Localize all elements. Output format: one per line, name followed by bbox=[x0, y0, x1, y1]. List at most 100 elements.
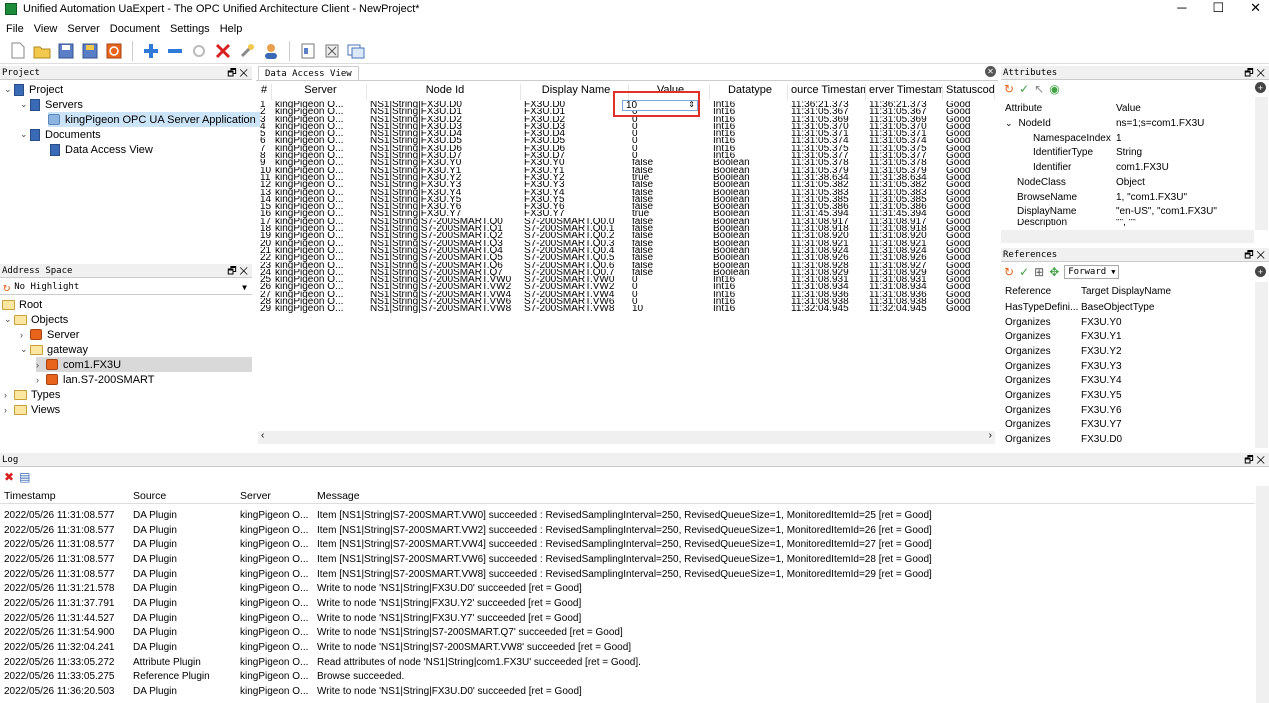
ref-col-target[interactable]: Target DisplayName bbox=[1081, 286, 1171, 297]
tree-item-com1-fx3u[interactable]: › com1.FX3U bbox=[36, 357, 252, 372]
cut-icon[interactable] bbox=[322, 41, 342, 61]
spin-icon[interactable]: ⇕ bbox=[688, 100, 695, 109]
col-datatype[interactable]: Datatype bbox=[710, 84, 788, 100]
references-vscroll[interactable] bbox=[1255, 282, 1268, 448]
attr-col-value[interactable]: Value bbox=[1116, 103, 1141, 114]
menu-document[interactable]: Document bbox=[110, 23, 160, 35]
add-reference-icon[interactable]: ✥ bbox=[1049, 265, 1059, 279]
attr-col-name[interactable]: Attribute bbox=[1003, 103, 1116, 114]
save-icon[interactable] bbox=[56, 41, 76, 61]
highlight-dropdown[interactable]: ↻ No Highlight ▼ bbox=[0, 280, 252, 295]
reference-row[interactable]: Organizes FX3U.Y5 bbox=[1003, 388, 1253, 403]
col-node-id[interactable]: Node Id bbox=[367, 84, 521, 100]
attribute-row[interactable]: ⌄ NodeId ns=1;s=com1.FX3U bbox=[1003, 116, 1253, 131]
save-as-icon[interactable] bbox=[80, 41, 100, 61]
attribute-row[interactable]: Identifier com1.FX3U bbox=[1003, 160, 1253, 175]
close-button[interactable]: ✕ bbox=[1250, 0, 1261, 16]
connect-icon[interactable] bbox=[189, 41, 209, 61]
tree-item-gateway[interactable]: ⌄ gateway bbox=[20, 342, 88, 357]
tree-item-views[interactable]: › Views bbox=[4, 402, 60, 417]
add-icon[interactable]: + bbox=[1255, 266, 1266, 277]
window-icon[interactable] bbox=[346, 41, 366, 61]
dav-row[interactable]: 27 kingPigeon O... NS1|String|S7-200SMART.… bbox=[258, 291, 995, 298]
log-row[interactable]: 2022/05/26 11:31:44.527 DA Plugin kingPige… bbox=[0, 611, 1255, 626]
save-log-icon[interactable]: ▤ bbox=[19, 470, 30, 484]
attributes-hscroll[interactable] bbox=[1001, 230, 1254, 243]
dav-row[interactable]: 23 kingPigeon O... NS1|String|S7-200SMART.… bbox=[258, 262, 995, 269]
attribute-row[interactable]: Description "", "" bbox=[1003, 219, 1253, 227]
remove-server-icon[interactable] bbox=[165, 41, 185, 61]
dav-row[interactable]: 11 kingPigeon O... NS1|String|FX3U.Y2 FX3U.… bbox=[258, 174, 995, 181]
close-project-icon[interactable] bbox=[104, 41, 124, 61]
dav-row[interactable]: 24 kingPigeon O... NS1|String|S7-200SMART.… bbox=[258, 269, 995, 276]
tree-item-server-app[interactable]: kingPigeon OPC UA Server Application bbox=[48, 112, 260, 127]
log-row[interactable]: 2022/05/26 11:33:05.272 Attribute Plugin k… bbox=[0, 655, 1255, 670]
log-row[interactable]: 2022/05/26 11:31:08.577 DA Plugin kingPige… bbox=[0, 567, 1255, 582]
add-server-icon[interactable] bbox=[141, 41, 161, 61]
menu-view[interactable]: View bbox=[34, 23, 58, 35]
log-row[interactable]: 2022/05/26 11:31:08.577 DA Plugin kingPige… bbox=[0, 537, 1255, 552]
new-file-icon[interactable] bbox=[8, 41, 28, 61]
tree-item-lan-s7[interactable]: › lan.S7-200SMART bbox=[36, 372, 155, 387]
dav-row[interactable]: 12 kingPigeon O... NS1|String|FX3U.Y3 FX3U.… bbox=[258, 181, 995, 188]
direction-select[interactable]: Forward ▼ bbox=[1064, 265, 1120, 279]
add-icon[interactable]: + bbox=[1255, 82, 1266, 93]
dav-row[interactable]: 5 kingPigeon O... NS1|String|FX3U.D4 FX3U.D… bbox=[258, 130, 995, 137]
menu-file[interactable]: File bbox=[6, 23, 24, 35]
log-col-server[interactable]: Server bbox=[236, 490, 313, 502]
dav-row[interactable]: 22 kingPigeon O... NS1|String|S7-200SMART.… bbox=[258, 254, 995, 261]
tree-item-documents[interactable]: ⌄ Documents bbox=[20, 127, 101, 142]
attribute-row[interactable]: BrowseName 1, "com1.FX3U" bbox=[1003, 190, 1253, 205]
check-icon[interactable]: ✓ bbox=[1019, 265, 1029, 279]
dav-row[interactable]: 28 kingPigeon O... NS1|String|S7-200SMART.… bbox=[258, 298, 995, 305]
maximize-button[interactable]: ☐ bbox=[1212, 0, 1224, 16]
col-server[interactable]: Server bbox=[272, 84, 367, 100]
refresh-icon[interactable]: ↻ bbox=[1004, 265, 1014, 279]
log-row[interactable]: 2022/05/26 11:31:08.577 DA Plugin kingPige… bbox=[0, 552, 1255, 567]
reference-row[interactable]: Organizes FX3U.Y6 bbox=[1003, 403, 1253, 418]
attribute-row[interactable]: IdentifierType String bbox=[1003, 145, 1253, 160]
panel-float-close[interactable]: 🗗 ✕ bbox=[1244, 248, 1265, 265]
log-row[interactable]: 2022/05/26 11:31:21.578 DA Plugin kingPige… bbox=[0, 581, 1255, 596]
log-row[interactable]: 2022/05/26 11:36:20.503 DA Plugin kingPige… bbox=[0, 684, 1255, 699]
tree-item-types[interactable]: › Types bbox=[4, 387, 60, 402]
refresh-icon[interactable]: ↻ bbox=[1004, 82, 1014, 96]
dav-row[interactable]: 26 kingPigeon O... NS1|String|S7-200SMART.… bbox=[258, 283, 995, 290]
tree-item-servers[interactable]: ⌄ Servers bbox=[20, 97, 83, 112]
log-col-message[interactable]: Message bbox=[313, 490, 1213, 502]
dav-row[interactable]: 10 kingPigeon O... NS1|String|FX3U.Y1 FX3U.… bbox=[258, 167, 995, 174]
reference-row[interactable]: Organizes FX3U.Y1 bbox=[1003, 329, 1253, 344]
value-input[interactable]: 10 ⇕ bbox=[622, 100, 698, 111]
col-statuscode[interactable]: Statuscode bbox=[943, 84, 995, 100]
dav-row[interactable]: 6 kingPigeon O... NS1|String|FX3U.D5 FX3U.D… bbox=[258, 137, 995, 144]
log-row[interactable]: 2022/05/26 11:31:08.577 DA Plugin kingPige… bbox=[0, 508, 1255, 523]
report-icon[interactable] bbox=[298, 41, 318, 61]
col-index[interactable]: # bbox=[258, 84, 272, 100]
clear-log-icon[interactable]: ✖ bbox=[4, 470, 14, 484]
log-row[interactable]: 2022/05/26 11:31:54.900 DA Plugin kingPige… bbox=[0, 626, 1255, 641]
dav-row[interactable]: 17 kingPigeon O... NS1|String|S7-200SMART.… bbox=[258, 218, 995, 225]
dav-row[interactable]: 9 kingPigeon O... NS1|String|FX3U.Y0 FX3U.Y… bbox=[258, 159, 995, 166]
dav-row[interactable]: 25 kingPigeon O... NS1|String|S7-200SMART.… bbox=[258, 276, 995, 283]
log-row[interactable]: 2022/05/26 11:31:37.791 DA Plugin kingPige… bbox=[0, 596, 1255, 611]
dav-row[interactable]: 8 kingPigeon O... NS1|String|FX3U.D7 FX3U.D… bbox=[258, 152, 995, 159]
tree-item-objects[interactable]: ⌄ Objects bbox=[4, 312, 68, 327]
log-row[interactable]: 2022/05/26 11:33:05.275 Reference Plugin k… bbox=[0, 670, 1255, 685]
check-icon[interactable]: ✓ bbox=[1019, 82, 1029, 96]
disconnect-icon[interactable] bbox=[213, 41, 233, 61]
log-row[interactable]: 2022/05/26 11:32:04.241 DA Plugin kingPige… bbox=[0, 640, 1255, 655]
chevron-down-icon[interactable]: ⌄ bbox=[1005, 118, 1013, 128]
open-folder-icon[interactable] bbox=[32, 41, 52, 61]
log-row[interactable]: 2022/05/26 11:31:08.577 DA Plugin kingPige… bbox=[0, 523, 1255, 538]
log-col-timestamp[interactable]: Timestamp bbox=[0, 490, 129, 502]
dav-row[interactable]: 21 kingPigeon O... NS1|String|S7-200SMART.… bbox=[258, 247, 995, 254]
dav-row[interactable]: 20 kingPigeon O... NS1|String|S7-200SMART.… bbox=[258, 240, 995, 247]
attribute-row[interactable]: NamespaceIndex 1 bbox=[1003, 131, 1253, 146]
reference-row[interactable]: Organizes FX3U.Y4 bbox=[1003, 374, 1253, 389]
dav-row[interactable]: 18 kingPigeon O... NS1|String|S7-200SMART.… bbox=[258, 225, 995, 232]
menu-settings[interactable]: Settings bbox=[170, 23, 210, 35]
log-col-source[interactable]: Source bbox=[129, 490, 236, 502]
reference-row[interactable]: Organizes FX3U.Y3 bbox=[1003, 359, 1253, 374]
reference-row[interactable]: Organizes FX3U.D0 bbox=[1003, 432, 1253, 447]
minimize-button[interactable]: ─ bbox=[1177, 0, 1186, 16]
